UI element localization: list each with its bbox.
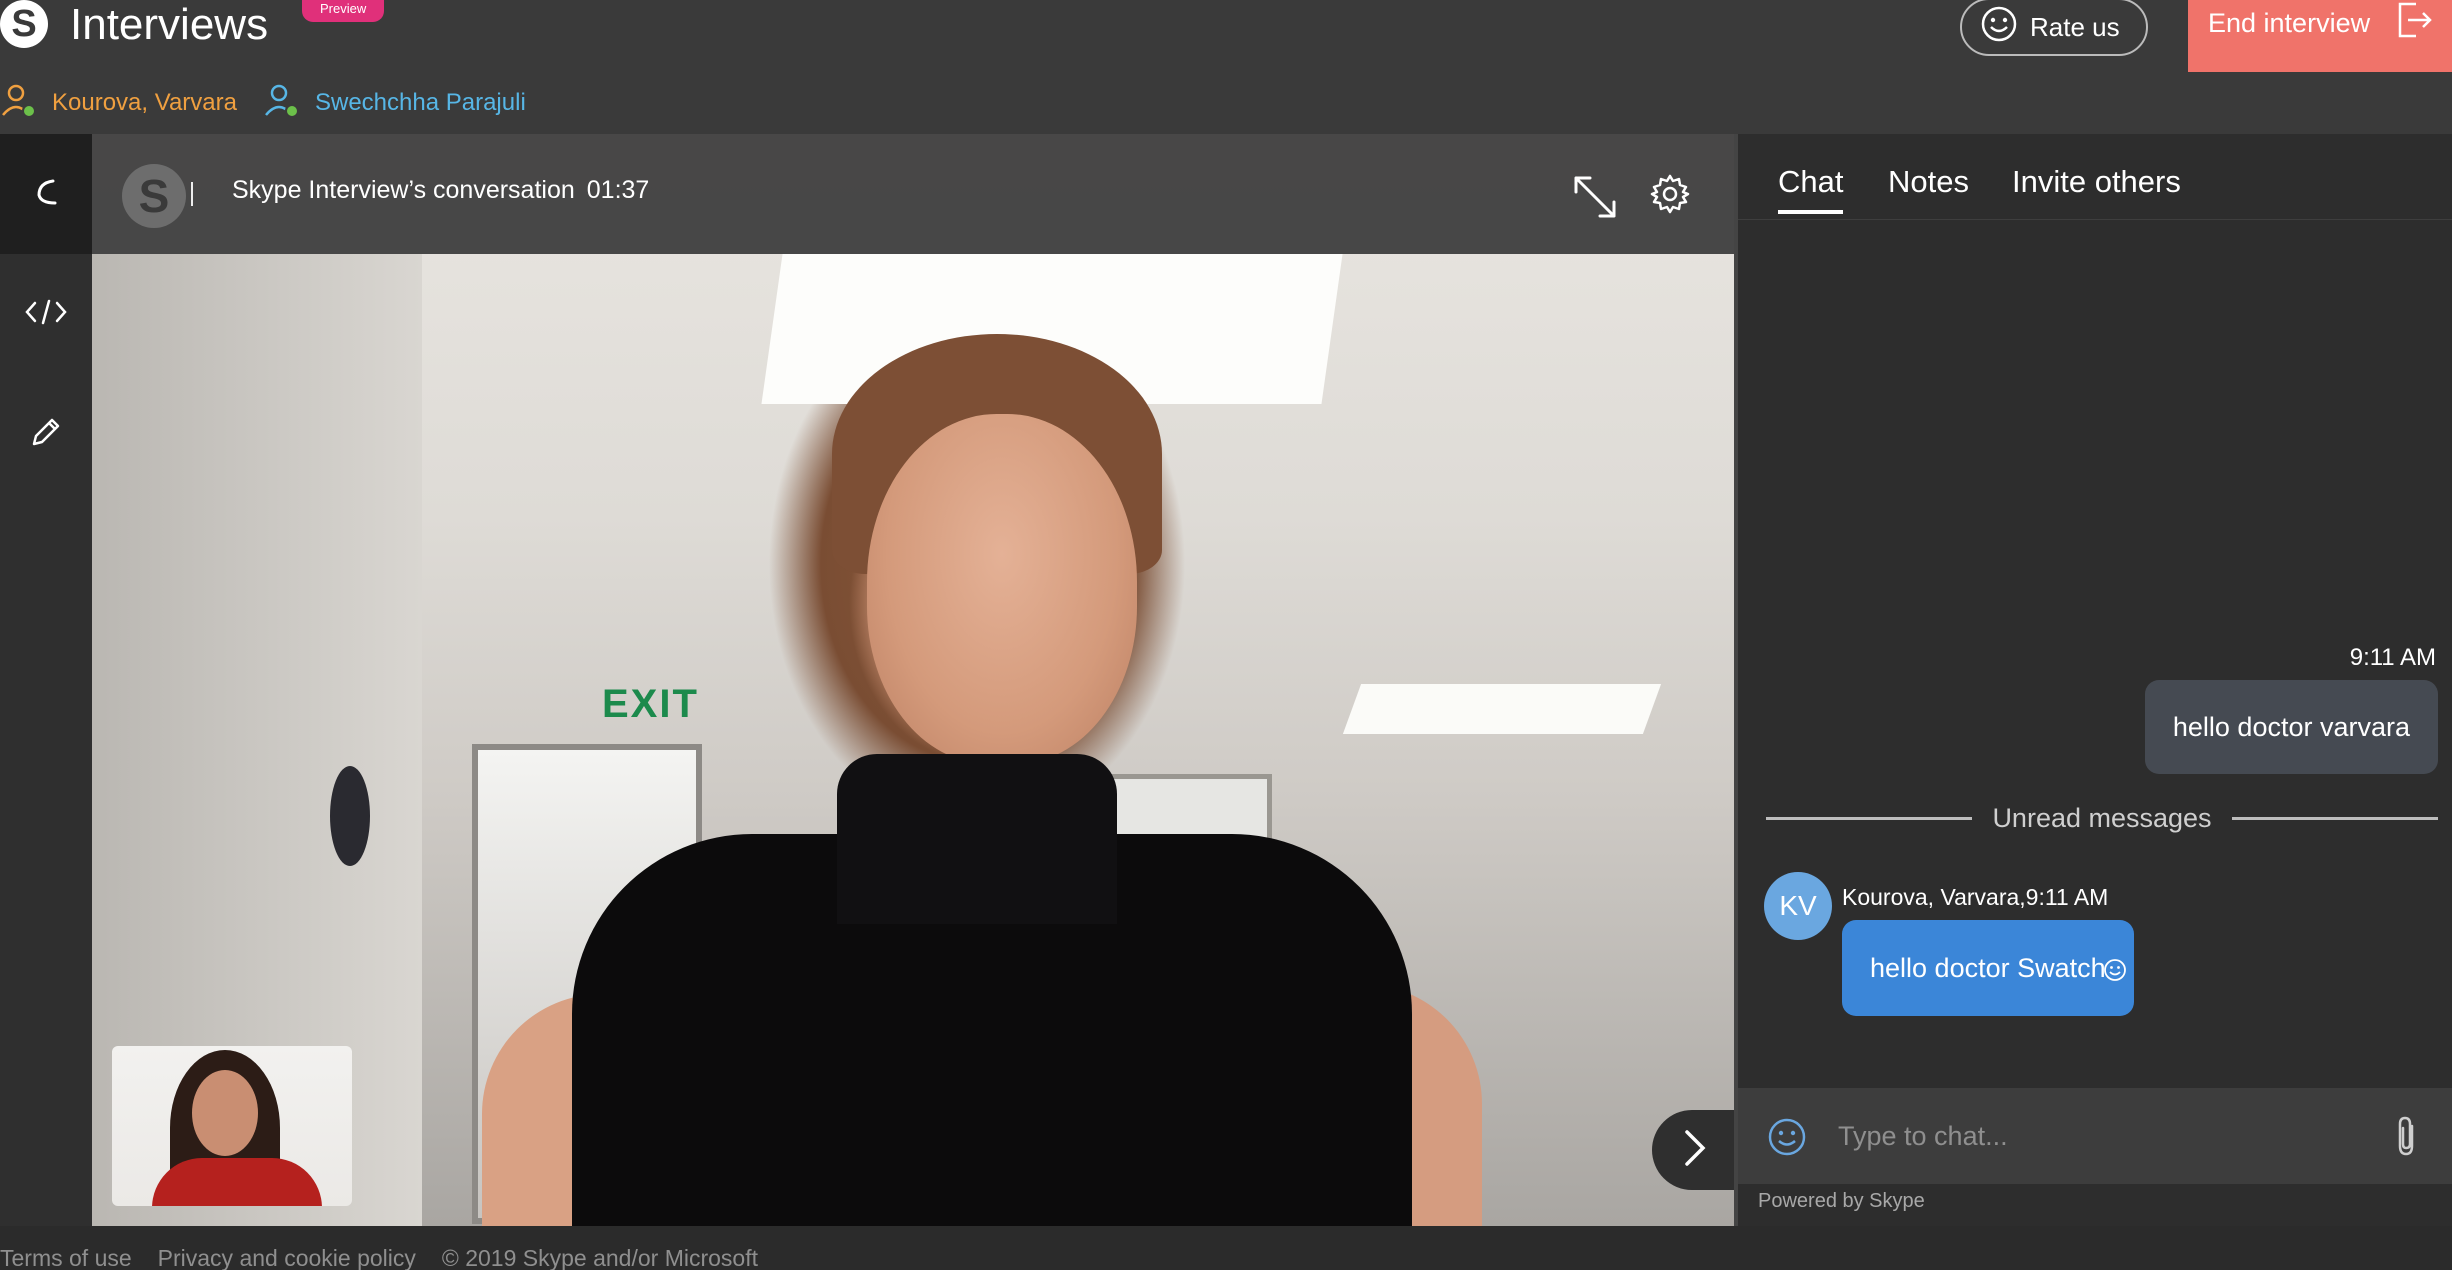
powered-by-skype: Powered by Skype bbox=[1758, 1190, 1925, 1212]
exit-icon bbox=[2390, 0, 2434, 49]
chat-panel: Chat Notes Invite others 9:11 AM hello d… bbox=[1734, 134, 2452, 1226]
participant-swechchha[interactable]: Swechchha Parajuli bbox=[263, 81, 526, 126]
wall-clock bbox=[330, 766, 370, 866]
outgoing-message-time: 9:11 AM bbox=[2349, 644, 2436, 671]
self-video-preview[interactable] bbox=[112, 1046, 352, 1206]
tab-invite-others[interactable]: Invite others bbox=[2012, 164, 2181, 210]
whiteboard-button[interactable] bbox=[0, 374, 92, 494]
chat-compose-bar bbox=[1738, 1088, 2452, 1184]
interview-app: S Interviews Preview Rate us End intervi… bbox=[0, 0, 2452, 1270]
user-orange-icon bbox=[0, 81, 38, 126]
outgoing-message[interactable]: hello doctor varvara bbox=[2144, 680, 2438, 774]
react-smiley-icon[interactable] bbox=[2102, 926, 2128, 1022]
code-icon bbox=[25, 297, 67, 332]
preview-badge: Preview bbox=[302, 0, 385, 22]
left-rail bbox=[0, 134, 92, 1226]
rate-us-label: Rate us bbox=[2030, 11, 2120, 42]
phone-icon bbox=[29, 175, 63, 214]
call-tab-button[interactable] bbox=[0, 134, 92, 254]
video-topbar: S Skype Interview’s conversation 01:37 bbox=[92, 134, 1734, 254]
incoming-message-text: hello doctor Swatch bbox=[1870, 953, 2106, 983]
code-editor-button[interactable] bbox=[0, 254, 92, 374]
end-interview-label: End interview bbox=[2208, 7, 2371, 38]
gear-icon bbox=[1648, 174, 1692, 220]
incoming-message[interactable]: hello doctor Swatch bbox=[1842, 920, 2134, 1016]
attachment-icon[interactable] bbox=[2392, 1114, 2422, 1163]
end-interview-button[interactable]: End interview bbox=[2188, 0, 2452, 72]
skype-logo-icon: S bbox=[0, 0, 48, 48]
terms-link[interactable]: Terms of use bbox=[0, 1236, 132, 1270]
panel-tabs: Chat Notes Invite others bbox=[1738, 134, 2452, 220]
emoji-picker-icon[interactable] bbox=[1766, 1116, 1808, 1163]
smiley-icon bbox=[1980, 5, 2018, 50]
toggle-panel-button[interactable] bbox=[1652, 1110, 1736, 1190]
expand-icon bbox=[1568, 176, 1622, 228]
unread-divider: Unread messages bbox=[1766, 798, 2438, 838]
settings-button[interactable] bbox=[1648, 172, 1698, 222]
participant-name: Swechchha Parajuli bbox=[314, 89, 526, 116]
copyright-text: © 2019 Skype and/or Microsoft bbox=[441, 1245, 758, 1270]
skype-watermark-icon: S bbox=[122, 164, 186, 228]
user-blue-icon bbox=[263, 81, 301, 126]
chat-input[interactable] bbox=[1838, 1106, 2358, 1166]
call-duration: 01:37 bbox=[586, 176, 650, 204]
rate-us-button[interactable]: Rate us bbox=[1960, 0, 2148, 56]
remote-participant-face bbox=[867, 414, 1137, 764]
avatar[interactable]: KV bbox=[1764, 872, 1832, 940]
participant-kourova[interactable]: Kourova, Varvara bbox=[0, 81, 237, 126]
fullscreen-button[interactable] bbox=[1568, 170, 1622, 224]
participant-name: Kourova, Varvara bbox=[52, 89, 237, 116]
incoming-message-meta: Kourova, Varvara,9:11 AM bbox=[1842, 884, 2109, 910]
participants-bar: Kourova, Varvara Swechchha Parajuli bbox=[0, 72, 2452, 134]
tab-notes[interactable]: Notes bbox=[1888, 164, 1969, 210]
chevron-right-icon bbox=[1679, 1128, 1709, 1173]
conversation-title: Skype Interview’s conversation 01:37 bbox=[232, 176, 649, 205]
page-footer: Terms of use Privacy and cookie policy ©… bbox=[0, 1226, 2452, 1270]
pencil-icon bbox=[28, 414, 64, 455]
unread-label: Unread messages bbox=[1992, 802, 2212, 833]
exit-sign: EXIT bbox=[602, 682, 699, 726]
conversation-name: Skype Interview’s conversation bbox=[232, 176, 575, 204]
app-title: Interviews bbox=[70, 0, 269, 49]
tab-chat[interactable]: Chat bbox=[1778, 164, 1844, 214]
top-header: S Interviews Preview Rate us End intervi… bbox=[0, 0, 2452, 72]
privacy-link[interactable]: Privacy and cookie policy bbox=[158, 1236, 416, 1270]
